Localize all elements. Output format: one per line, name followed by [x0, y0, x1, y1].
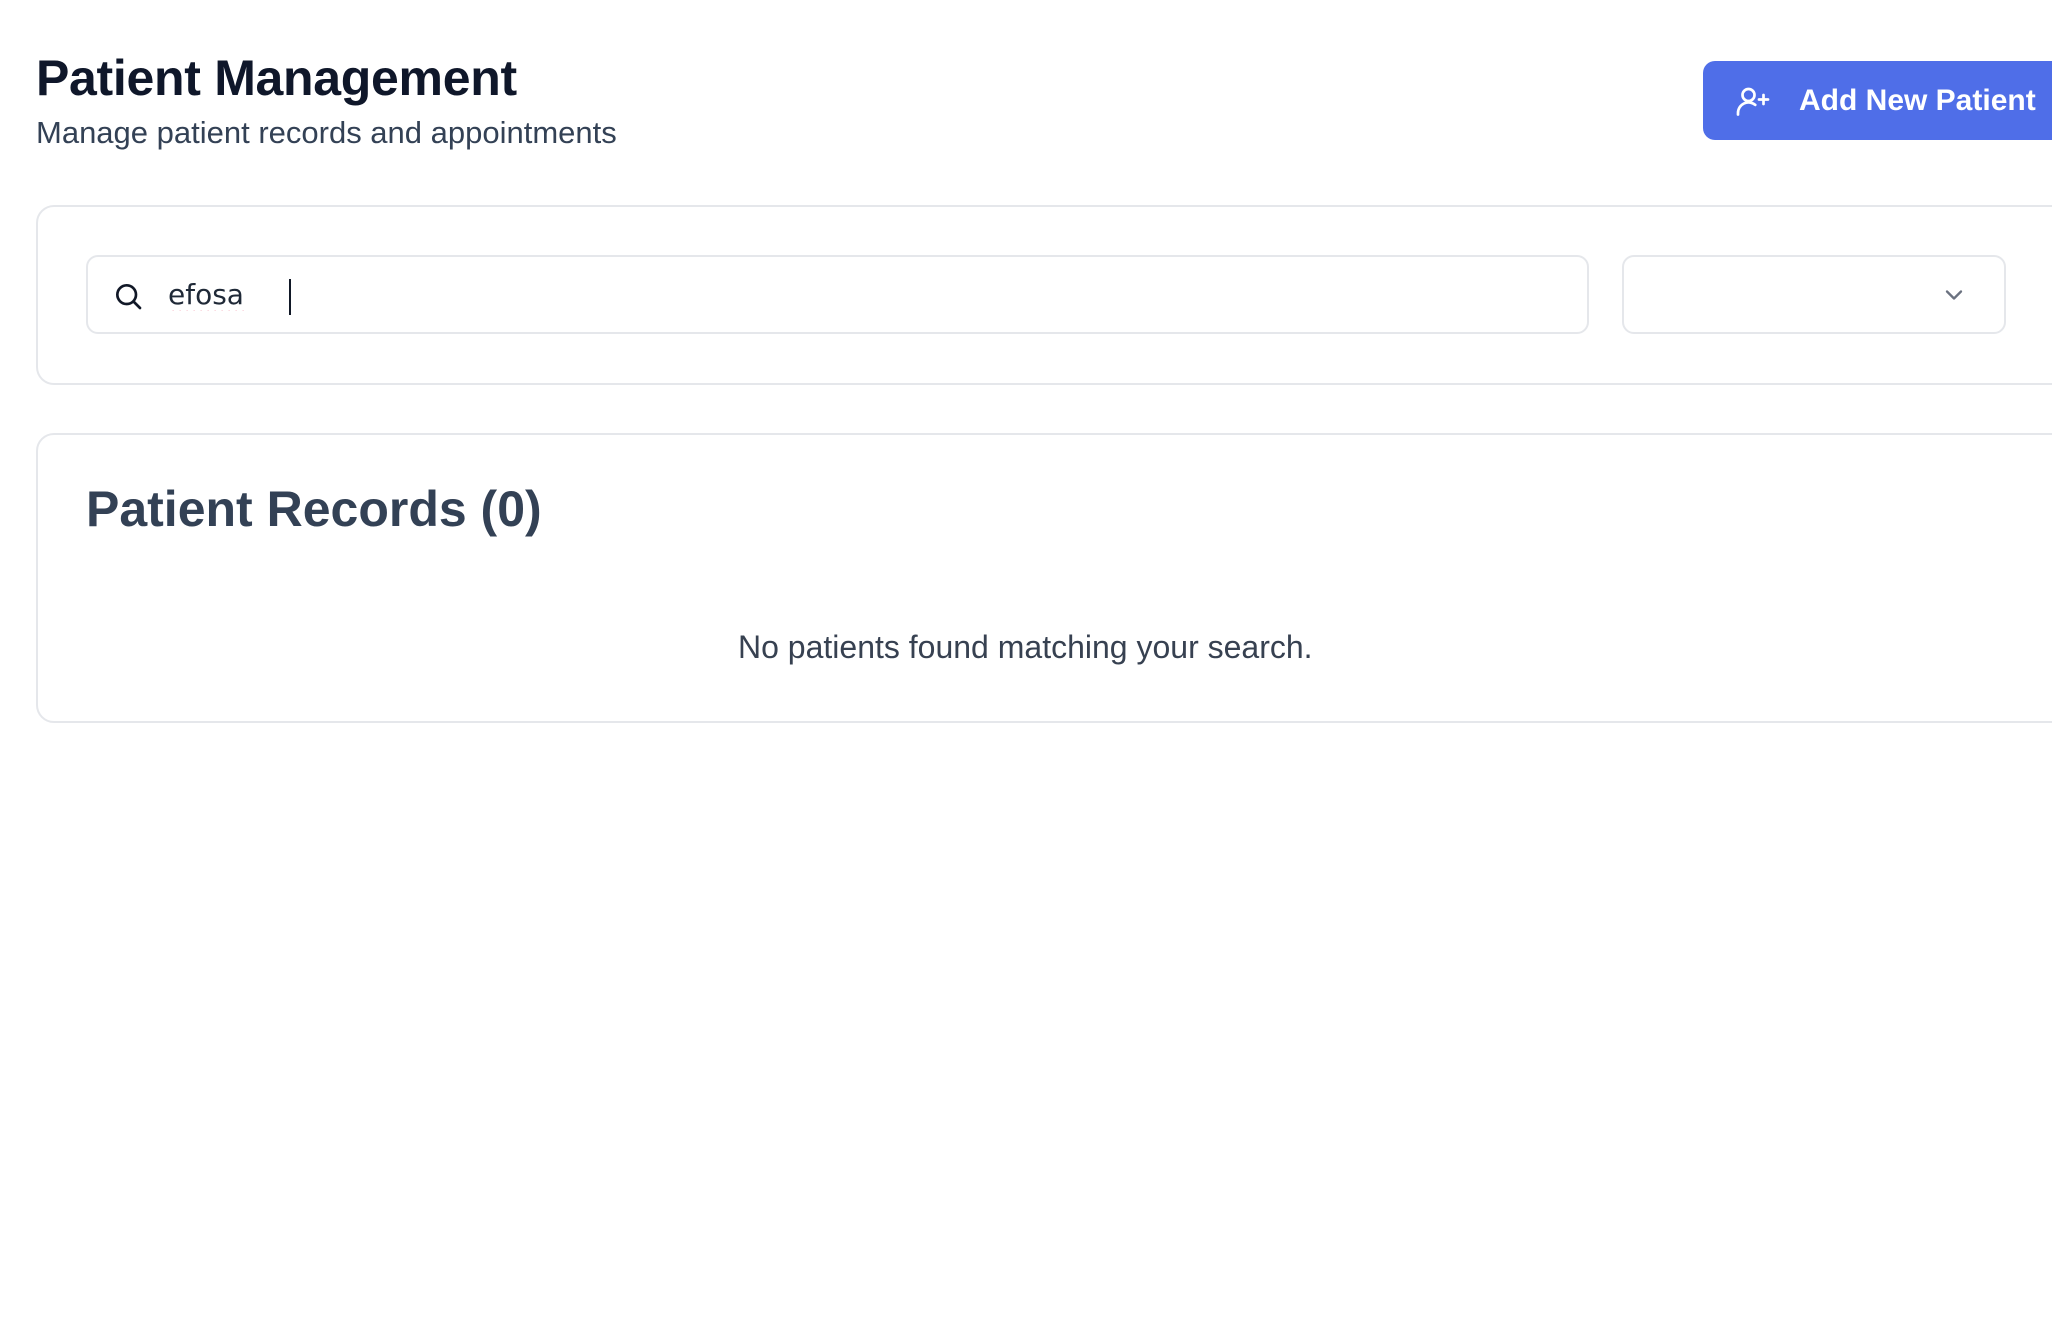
patient-management-page: Patient Management Manage patient record…	[0, 0, 2052, 1324]
chevron-down-icon	[1940, 281, 1968, 309]
user-plus-icon	[1735, 83, 1771, 119]
empty-state: No patients found matching your search.	[38, 629, 2052, 679]
search-field[interactable]	[86, 255, 1589, 334]
text-caret	[289, 279, 291, 315]
filter-card	[36, 205, 2052, 385]
empty-state-message: No patients found matching your search.	[738, 629, 1313, 665]
add-new-patient-button[interactable]: Add New Patient	[1703, 61, 2052, 140]
add-new-patient-label: Add New Patient	[1799, 83, 2036, 117]
records-title: Patient Records (0)	[86, 481, 542, 537]
search-icon	[112, 280, 144, 312]
patient-records-card: Patient Records (0) No patients found ma…	[36, 433, 2052, 723]
page-subtitle: Manage patient records and appointments	[36, 115, 617, 150]
page-header: Patient Management Manage patient record…	[36, 50, 617, 152]
page-title: Patient Management	[36, 50, 517, 106]
status-filter-select[interactable]	[1622, 255, 2006, 334]
search-input[interactable]	[168, 257, 1568, 332]
